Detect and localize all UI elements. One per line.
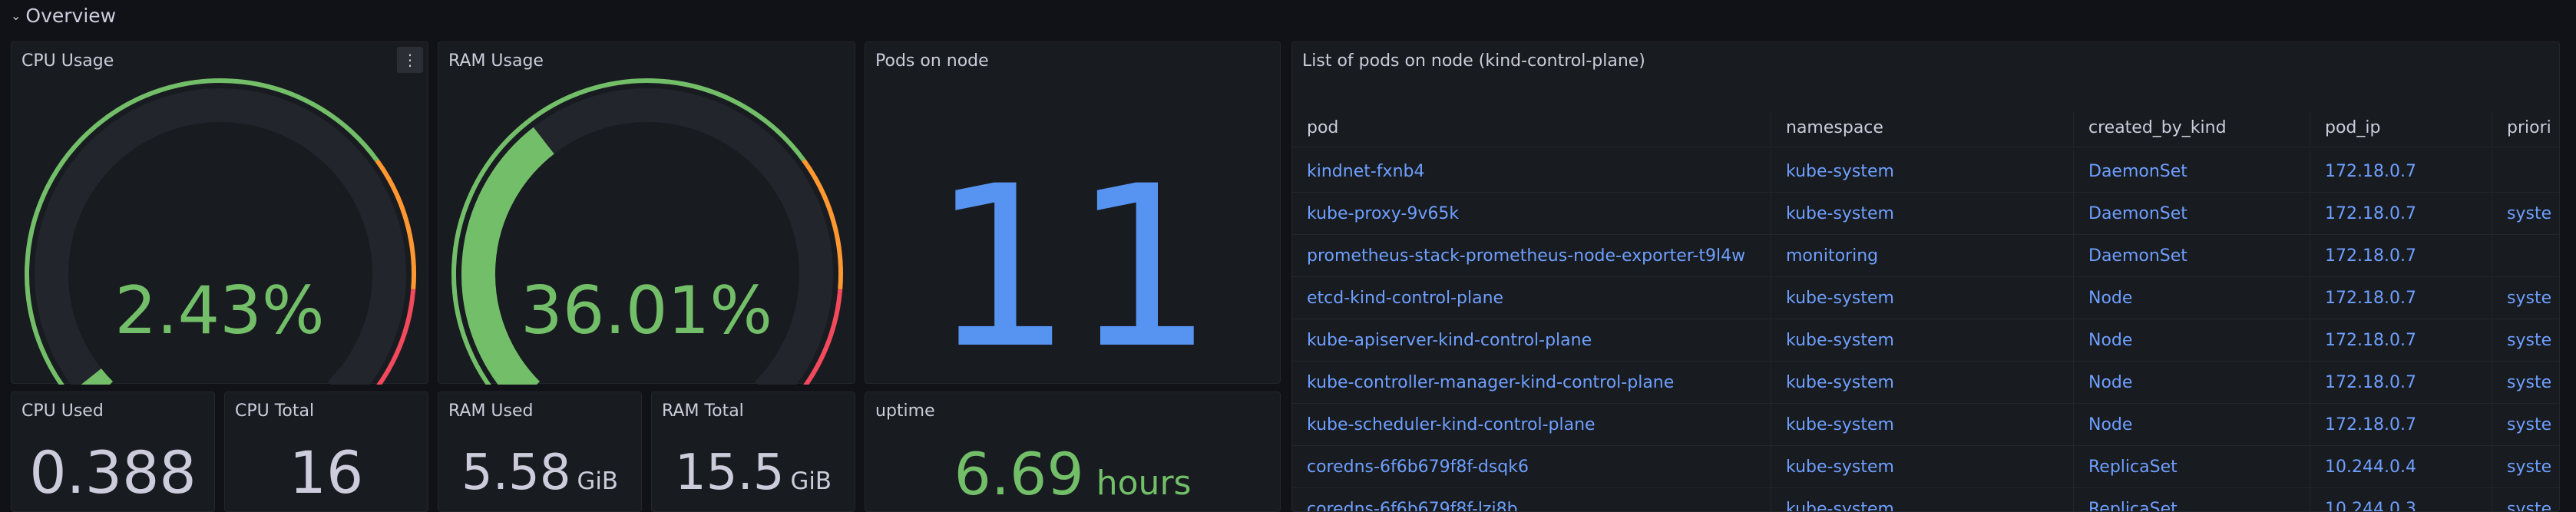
table-header: pod namespace created_by_kind pod_ip pri…: [1292, 111, 2559, 147]
ram-total-panel[interactable]: RAM Total 15.5 GiB: [651, 391, 855, 512]
cell-created-by-kind[interactable]: Node: [2074, 319, 2310, 361]
row-header-overview[interactable]: ⌄ Overview: [11, 0, 116, 31]
table-row: coredns-6f6b679f8f-dsqk6 kube-system Repli…: [1292, 446, 2559, 488]
cpu-usage-panel[interactable]: CPU Usage ⋮ 2.43%: [11, 41, 428, 385]
cpu-total-panel[interactable]: CPU Total 16: [224, 391, 428, 512]
cell-pod[interactable]: coredns-6f6b679f8f-lzj8b: [1292, 488, 1771, 511]
ram-total-value: 15.5 GiB: [652, 444, 855, 501]
cell-created-by-kind[interactable]: DaemonSet: [2074, 150, 2310, 192]
cell-priority: [2492, 235, 2559, 276]
cell-pod-ip[interactable]: 172.18.0.7: [2310, 362, 2492, 403]
cell-namespace[interactable]: kube-system: [1771, 488, 2074, 511]
column-header-namespace[interactable]: namespace: [1771, 111, 2074, 147]
cell-created-by-kind[interactable]: DaemonSet: [2074, 235, 2310, 276]
panel-title: RAM Total: [662, 401, 744, 421]
cpu-usage-value: 2.43%: [114, 273, 325, 349]
stat-number: 6.69: [954, 440, 1084, 508]
stat-number: 0.388: [29, 438, 197, 507]
cell-created-by-kind[interactable]: Node: [2074, 277, 2310, 319]
cell-namespace[interactable]: monitoring: [1771, 235, 2074, 276]
ram-usage-value: 36.01%: [521, 273, 772, 349]
table-row: coredns-6f6b679f8f-lzj8b kube-system Repli…: [1292, 488, 2559, 512]
cell-created-by-kind[interactable]: Node: [2074, 404, 2310, 445]
table-row: kube-proxy-9v65k kube-system DaemonSet 172.…: [1292, 193, 2559, 235]
cell-pod-ip[interactable]: 172.18.0.7: [2310, 319, 2492, 361]
chevron-down-icon: ⌄: [11, 8, 21, 23]
cell-priority[interactable]: syste: [2492, 277, 2559, 319]
table-row: kube-scheduler-kind-control-plane kube-sy…: [1292, 404, 2559, 446]
column-header-created-by-kind[interactable]: created_by_kind: [2074, 111, 2310, 147]
cell-created-by-kind[interactable]: ReplicaSet: [2074, 446, 2310, 487]
column-header-pod-ip[interactable]: pod_ip: [2310, 111, 2492, 147]
pods-on-node-value: 11: [931, 139, 1215, 398]
cell-pod[interactable]: coredns-6f6b679f8f-dsqk6: [1292, 446, 1771, 487]
cell-namespace[interactable]: kube-system: [1771, 404, 2074, 445]
stat-unit: hours: [1096, 464, 1192, 503]
table-row: etcd-kind-control-plane kube-system Node 17…: [1292, 277, 2559, 319]
column-header-pod[interactable]: pod: [1292, 111, 1771, 147]
cell-priority[interactable]: syste: [2492, 404, 2559, 445]
panel-title: CPU Used: [21, 401, 104, 421]
cell-namespace[interactable]: kube-system: [1771, 277, 2074, 319]
panel-title: CPU Total: [235, 401, 315, 421]
cell-namespace[interactable]: kube-system: [1771, 319, 2074, 361]
panel-title: Pods on node: [875, 51, 989, 71]
cell-pod-ip[interactable]: 10.244.0.4: [2310, 446, 2492, 487]
row-title: Overview: [25, 4, 117, 27]
stat-number: 5.58: [461, 444, 571, 501]
table-row: prometheus-stack-prometheus-node-exporte…: [1292, 235, 2559, 277]
table-row: kindnet-fxnb4 kube-system DaemonSet 172.18.…: [1292, 150, 2559, 193]
cell-pod[interactable]: kube-scheduler-kind-control-plane: [1292, 404, 1771, 445]
cell-priority[interactable]: syste: [2492, 446, 2559, 487]
cell-namespace[interactable]: kube-system: [1771, 193, 2074, 234]
cpu-used-panel[interactable]: CPU Used 0.388: [11, 391, 215, 512]
cell-pod-ip[interactable]: 172.18.0.7: [2310, 193, 2492, 234]
ram-used-value: 5.58 GiB: [438, 444, 641, 501]
cell-priority[interactable]: syste: [2492, 488, 2559, 512]
cpu-total-value: 16: [225, 438, 428, 507]
panel-title: uptime: [875, 401, 935, 421]
pods-on-node-panel[interactable]: Pods on node 11: [865, 41, 1281, 384]
stat-unit: GiB: [790, 467, 832, 495]
cell-namespace[interactable]: kube-system: [1771, 446, 2074, 487]
cell-priority[interactable]: syste: [2492, 193, 2559, 234]
ram-usage-panel[interactable]: RAM Usage 36.01%: [438, 41, 855, 385]
cell-pod-ip[interactable]: 172.18.0.7: [2310, 277, 2492, 319]
cell-pod[interactable]: prometheus-stack-prometheus-node-exporte…: [1292, 235, 1771, 276]
cell-pod[interactable]: kube-controller-manager-kind-control-pla…: [1292, 362, 1771, 403]
table-body: kindnet-fxnb4 kube-system DaemonSet 172.18.…: [1292, 150, 2559, 512]
cell-created-by-kind[interactable]: Node: [2074, 362, 2310, 403]
cell-pod-ip[interactable]: 10.244.0.3: [2310, 488, 2492, 511]
cell-priority[interactable]: syste: [2492, 362, 2559, 403]
cell-created-by-kind[interactable]: DaemonSet: [2074, 193, 2310, 234]
cell-priority[interactable]: syste: [2492, 319, 2559, 361]
stat-number: 15.5: [675, 444, 785, 501]
cpu-value-arc: [81, 368, 114, 385]
cell-pod[interactable]: kube-proxy-9v65k: [1292, 193, 1771, 234]
uptime-value: 6.69 hours: [865, 440, 1280, 508]
uptime-panel[interactable]: uptime 6.69 hours: [865, 391, 1281, 512]
pods-table-panel[interactable]: List of pods on node (kind-control-plane…: [1291, 41, 2560, 512]
table-row: kube-apiserver-kind-control-plane kube-sy…: [1292, 319, 2559, 362]
stat-unit: GiB: [577, 467, 618, 495]
cell-pod[interactable]: kindnet-fxnb4: [1292, 150, 1771, 192]
cell-pod-ip[interactable]: 172.18.0.7: [2310, 150, 2492, 192]
cpu-used-value: 0.388: [12, 438, 214, 507]
table-row: kube-controller-manager-kind-control-pla…: [1292, 362, 2559, 404]
cell-priority: [2492, 150, 2559, 192]
stat-number: 16: [289, 438, 364, 507]
ram-used-panel[interactable]: RAM Used 5.58 GiB: [438, 391, 642, 512]
cell-created-by-kind[interactable]: ReplicaSet: [2074, 488, 2310, 511]
cell-pod-ip[interactable]: 172.18.0.7: [2310, 235, 2492, 276]
panel-title: List of pods on node (kind-control-plane…: [1302, 51, 1645, 71]
cell-namespace[interactable]: kube-system: [1771, 362, 2074, 403]
cell-pod[interactable]: etcd-kind-control-plane: [1292, 277, 1771, 319]
panel-title: RAM Used: [448, 401, 534, 421]
cell-namespace[interactable]: kube-system: [1771, 150, 2074, 192]
column-header-priority[interactable]: priori: [2492, 111, 2559, 147]
cell-pod[interactable]: kube-apiserver-kind-control-plane: [1292, 319, 1771, 361]
cell-pod-ip[interactable]: 172.18.0.7: [2310, 404, 2492, 445]
pods-table: pod namespace created_by_kind pod_ip pri…: [1292, 111, 2559, 512]
